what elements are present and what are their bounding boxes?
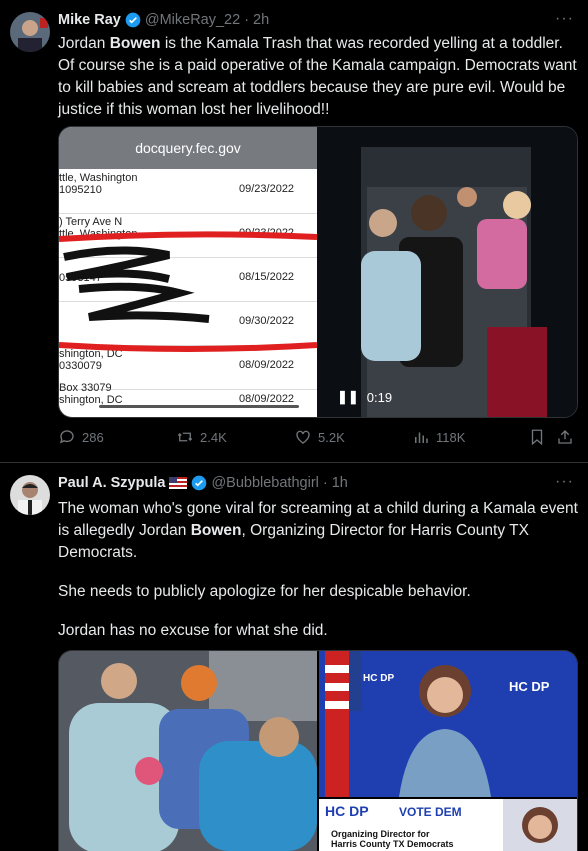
bookmark-button[interactable] <box>528 428 546 446</box>
avatar[interactable] <box>10 12 50 52</box>
repost-button[interactable]: 2.4K <box>176 428 227 446</box>
handle[interactable]: @Bubblebathgirl <box>211 475 318 491</box>
avatar[interactable] <box>10 475 50 515</box>
heart-icon <box>296 430 310 444</box>
more-icon[interactable]: ··· <box>555 10 574 28</box>
headshot-image <box>319 651 577 797</box>
display-name[interactable]: Mike Ray <box>58 12 121 28</box>
event-photo-image <box>59 651 317 851</box>
tweet-media[interactable]: HC DP HC DP HC DP VOTE DEM Organizing Di… <box>58 650 578 851</box>
tweet-mike-ray[interactable]: Mike Ray @MikeRay_22 · 2h ··· Jordan Bow… <box>0 0 588 463</box>
card-caption: Organizing Director for Harris County TX… <box>331 829 454 849</box>
tweet-paul-szypula[interactable]: Paul A. Szypula @Bubblebathgirl · 1h ···… <box>0 463 588 851</box>
views-button[interactable]: 118K <box>412 428 465 446</box>
repost-icon <box>177 432 193 442</box>
redaction-scribbles <box>59 231 317 352</box>
tweet-text: Jordan Bowen is the Kamala Trash that wa… <box>58 35 577 118</box>
scroll-indicator <box>99 405 299 408</box>
video-player[interactable]: ❚❚ 0:19 <box>317 127 577 417</box>
pause-icon[interactable]: ❚❚ <box>337 389 359 405</box>
reply-icon <box>59 430 74 444</box>
card-headshot <box>503 799 577 851</box>
tweet-paragraph-3: Jordan has no excuse for what she did. <box>58 622 328 639</box>
tweet-media[interactable]: docquery.fec.gov ttle, Washington 109521… <box>58 126 578 418</box>
share-button[interactable] <box>556 428 574 446</box>
tweet-actions: 286 2.4K 5.2K 118K <box>58 428 576 450</box>
share-icon <box>558 430 572 444</box>
timestamp[interactable]: · 2h <box>244 12 269 28</box>
bookmark-icon <box>531 429 543 446</box>
banner-logo-text: HC DP <box>363 673 395 684</box>
handle[interactable]: @MikeRay_22 <box>145 12 240 28</box>
campaign-card-photo[interactable]: HC DP VOTE DEM Organizing Director for H… <box>319 799 577 851</box>
vote-dem-text: VOTE DEM <box>399 805 462 819</box>
like-button[interactable]: 5.2K <box>294 428 345 446</box>
card-logo: HC DP <box>325 803 369 819</box>
timestamp[interactable]: · 1h <box>323 475 348 491</box>
views-icon <box>415 432 428 443</box>
verified-icon <box>192 475 207 491</box>
headshot-photo[interactable]: HC DP HC DP <box>319 651 577 797</box>
verified-icon <box>125 12 141 28</box>
banner-logo-text-large: HC DP <box>509 679 550 694</box>
tweet-paragraph-2: She needs to publicly apologize for her … <box>58 583 471 600</box>
video-frame <box>317 127 577 417</box>
video-time: 0:19 <box>366 389 393 405</box>
fec-document-image: docquery.fec.gov ttle, Washington 109521… <box>59 127 317 417</box>
tweet-header: Mike Ray @MikeRay_22 · 2h <box>58 12 269 28</box>
tweet-paragraph-1: The woman who's gone viral for screaming… <box>58 500 578 561</box>
more-icon[interactable]: ··· <box>555 473 574 491</box>
display-name[interactable]: Paul A. Szypula <box>58 475 165 491</box>
tweet-header: Paul A. Szypula @Bubblebathgirl · 1h <box>58 475 348 491</box>
us-flag-icon <box>169 477 188 489</box>
event-photo[interactable] <box>59 651 317 851</box>
tweet-text: The woman who's gone viral for screaming… <box>58 498 578 642</box>
reply-button[interactable]: 286 <box>58 428 104 446</box>
